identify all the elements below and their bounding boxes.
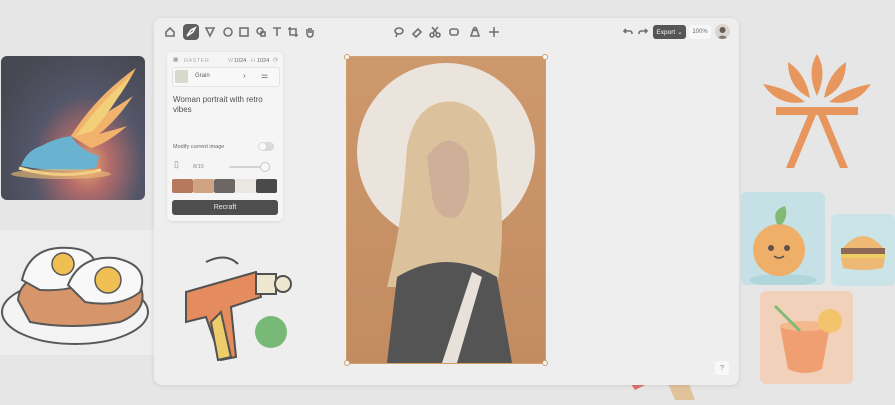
resize-handle-tr[interactable] xyxy=(542,54,548,60)
brand-logo-graphic xyxy=(758,52,876,170)
brush-icon[interactable] xyxy=(183,24,199,40)
text-icon[interactable] xyxy=(269,24,285,40)
sliders-icon[interactable]: ⚌ xyxy=(261,71,268,80)
drill-gun-sticker[interactable] xyxy=(176,252,296,364)
pen-icon[interactable] xyxy=(202,24,218,40)
redo-icon[interactable] xyxy=(635,24,651,40)
count-slider-thumb[interactable] xyxy=(260,162,270,172)
recraft-button[interactable]: Recraft xyxy=(172,200,278,215)
prompt-textarea[interactable]: Woman portrait with retro vibes xyxy=(173,95,277,115)
export-button[interactable]: Export ⌄ xyxy=(653,25,686,39)
style-thumbnail xyxy=(175,70,188,83)
fried-eggs-toast-image xyxy=(0,230,155,355)
burger-image xyxy=(831,214,895,286)
zoom-level[interactable]: 100% xyxy=(689,25,711,39)
editor-window: Export ⌄ 100% ▦ RASTER W 1024 H 1024 ◷ G… xyxy=(154,18,739,385)
phone-icon: ▯ xyxy=(174,159,179,169)
resize-handle-bl[interactable] xyxy=(344,360,350,366)
resize-handle-tl[interactable] xyxy=(344,54,350,60)
avatar[interactable] xyxy=(715,24,730,39)
palette-swatch-2[interactable] xyxy=(193,179,214,193)
vectorize-icon[interactable] xyxy=(446,24,462,40)
palette-swatch-1[interactable] xyxy=(172,179,193,193)
eraser-icon[interactable] xyxy=(409,24,425,40)
export-label: Export xyxy=(656,28,676,36)
count-label: 8/10 xyxy=(193,164,204,170)
scissors-icon[interactable] xyxy=(427,24,443,40)
hand-icon[interactable] xyxy=(302,24,318,40)
raster-icon: ▦ xyxy=(173,57,179,63)
palette-swatch-4[interactable] xyxy=(235,179,256,193)
top-toolbar: Export ⌄ 100% xyxy=(154,18,739,46)
home-icon[interactable] xyxy=(162,24,178,40)
undo-icon[interactable] xyxy=(620,24,636,40)
chevron-right-icon: › xyxy=(243,71,246,80)
modify-image-label: Modify current image xyxy=(173,144,225,150)
crop-icon[interactable] xyxy=(285,24,301,40)
image-icon[interactable] xyxy=(220,24,236,40)
resize-handle-br[interactable] xyxy=(542,360,548,366)
orange-character-image xyxy=(741,192,825,285)
help-button[interactable]: ? xyxy=(715,361,729,375)
panel-header-label: RASTER xyxy=(184,58,210,64)
style-name: Grain xyxy=(195,73,210,79)
width-value[interactable]: 1024 xyxy=(234,58,246,64)
woman-portrait-image[interactable] xyxy=(346,56,546,364)
shapes-icon[interactable] xyxy=(253,24,269,40)
palette-swatch-3[interactable] xyxy=(214,179,235,193)
remove-bg-icon[interactable] xyxy=(467,24,483,40)
width-prefix: W xyxy=(228,58,234,64)
lasso-icon[interactable] xyxy=(391,24,407,40)
modify-image-toggle[interactable] xyxy=(258,142,274,151)
chevron-down-icon: ⌄ xyxy=(677,29,683,36)
palette-swatch-5[interactable] xyxy=(256,179,277,193)
style-selector[interactable]: Grain › ⚌ xyxy=(172,67,280,87)
cocktail-glass-image xyxy=(760,291,853,384)
clock-icon[interactable]: ◷ xyxy=(273,57,278,63)
frame-icon[interactable] xyxy=(236,24,252,40)
height-prefix: H xyxy=(251,58,255,64)
raster-settings-panel: ▦ RASTER W 1024 H 1024 ◷ Grain › ⚌ Woman… xyxy=(167,52,283,221)
winged-sneaker-image xyxy=(1,56,145,200)
move-icon[interactable] xyxy=(486,24,502,40)
height-value[interactable]: 1024 xyxy=(257,58,269,64)
